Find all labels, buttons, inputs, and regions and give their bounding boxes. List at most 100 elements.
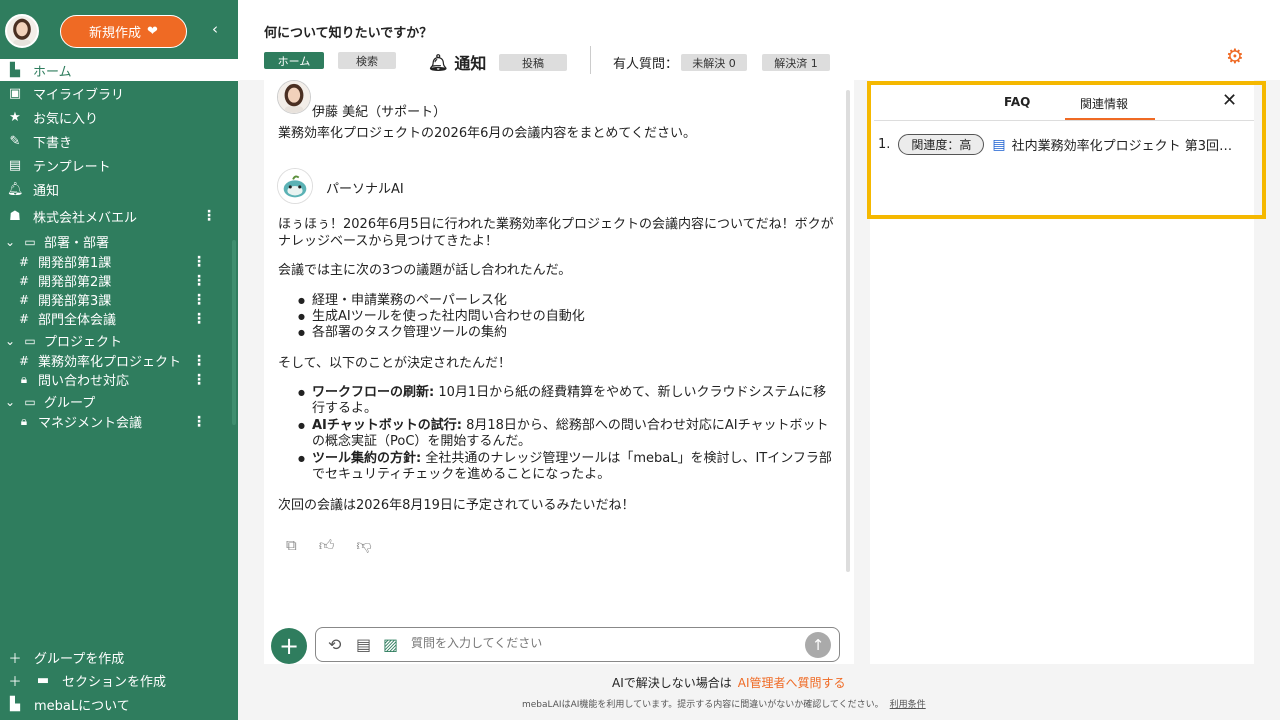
answer-actions: ⧉ 👍︎ 👎︎: [286, 536, 372, 555]
lock-icon: 🔒︎: [20, 414, 28, 428]
folder-open-icon: ▭: [24, 333, 36, 348]
add-button[interactable]: +: [271, 628, 307, 664]
star-icon: ★: [9, 109, 21, 125]
add-image-icon[interactable]: ▨: [383, 635, 398, 654]
answer-next-meeting: 次回の会議は2026年8月19日に予定されているみたいだね！: [278, 498, 635, 513]
terms-link[interactable]: 利用条件: [890, 700, 926, 710]
channel-label: 問い合わせ対応: [38, 374, 130, 389]
create-section-label: セクションを作成: [62, 675, 167, 690]
sidebar-item-label: お気に入り: [33, 111, 99, 127]
sidebar-item-templates[interactable]: ▤ テンプレート: [0, 154, 238, 176]
chevron-down-icon: ⌄: [4, 394, 16, 409]
book-open-icon: ▙: [10, 62, 20, 78]
user-avatar-image: [7, 16, 37, 46]
more-options-icon[interactable]: ⋮: [192, 311, 206, 327]
sidebar-scrollbar[interactable]: [232, 240, 236, 425]
decision-title: ツール集約の方針:: [312, 451, 422, 466]
sidebar-item-drafts[interactable]: ✎ 下書き: [0, 130, 238, 152]
copy-icon[interactable]: ⧉: [286, 536, 297, 555]
channel-item[interactable]: # 業務効率化プロジェクト ⋮: [18, 351, 238, 371]
sidebar-item-label: 通知: [33, 183, 60, 199]
chat-scrollbar[interactable]: [846, 90, 850, 572]
new-create-button[interactable]: 新規作成 ❤: [60, 15, 187, 48]
sidebar-item-home[interactable]: ▙ ホーム: [0, 59, 238, 81]
contact-card-icon: ▣: [8, 85, 22, 101]
footer-help-text: AIで解決しない場合は: [612, 676, 732, 690]
create-group-button[interactable]: ＋ グループを作成: [6, 648, 124, 667]
arrow-up-icon: ↑: [811, 636, 825, 654]
user-question: 業務効率化プロジェクトの2026年6月の会議内容をまとめてください。: [278, 126, 696, 141]
channel-item[interactable]: # 部門全体会議 ⋮: [18, 309, 238, 329]
sidebar-item-favorites[interactable]: ★ お気に入り: [0, 106, 238, 128]
ask-admin-link[interactable]: AI管理者へ質問する: [738, 676, 846, 690]
create-section-button[interactable]: ＋ ▬ セクションを作成: [6, 671, 166, 690]
create-group-label: グループを作成: [34, 652, 125, 667]
disclaimer-text: mebaLAIはAI機能を利用しています。提示する内容に間違いがないか確認してく…: [522, 700, 884, 710]
gear-icon[interactable]: ⚙: [1226, 44, 1244, 68]
divider: [590, 46, 591, 74]
send-button[interactable]: ↑: [805, 632, 831, 658]
channel-item[interactable]: 🔒︎ 問い合わせ対応 ⋮: [18, 370, 238, 390]
history-icon[interactable]: ⟲: [328, 635, 341, 654]
decision-item: ツール集約の方針: 全社共通のナレッジ管理ツールは「mebaL」を検討し、ITイ…: [298, 451, 838, 483]
hash-icon: #: [18, 292, 30, 307]
new-create-label: 新規作成: [89, 26, 142, 41]
sprout-icon: ❤: [147, 24, 158, 39]
question-input[interactable]: [411, 636, 791, 650]
channel-label: 部門全体会議: [38, 313, 117, 328]
sidebar-item-my-library[interactable]: ▣ マイライブラリ: [0, 82, 238, 104]
user-name: 伊藤 美紀（サポート）: [312, 105, 447, 120]
sidebar-item-notifications[interactable]: 🔔︎ 通知: [0, 178, 238, 200]
highlight-frame: [867, 81, 1266, 219]
people-icon: ☗: [9, 208, 21, 224]
sidebar-item-label: ホーム: [33, 64, 72, 80]
more-options-icon[interactable]: ⋮: [192, 273, 206, 289]
footer-disclaimer: mebaLAIはAI機能を利用しています。提示する内容に間違いがないか確認してく…: [522, 697, 926, 710]
folder-icon: ▬: [36, 673, 50, 688]
manned-question-label: 有人質問：: [613, 57, 679, 72]
more-options-icon[interactable]: ⋮: [192, 372, 206, 388]
agenda-item: 生成AIツールを使った社内問い合わせの自動化: [298, 309, 838, 325]
more-options-icon[interactable]: ⋮: [192, 254, 206, 270]
template-icon: ▤: [8, 157, 22, 173]
section-groups[interactable]: ⌄ ▭ グループ: [4, 392, 96, 412]
thumbs-down-icon[interactable]: 👎︎: [356, 536, 371, 555]
lock-icon: 🔒︎: [20, 372, 28, 386]
add-document-icon[interactable]: ▤: [356, 635, 371, 654]
sidebar-item-label: マイライブラリ: [33, 87, 125, 103]
hash-icon: #: [18, 353, 30, 368]
section-projects[interactable]: ⌄ ▭ プロジェクト: [4, 331, 123, 351]
collapse-sidebar-icon[interactable]: ‹: [212, 20, 218, 38]
message-avatar-image: [278, 81, 310, 113]
channel-label: 開発部第3課: [38, 294, 112, 309]
section-departments[interactable]: ⌄ ▭ 部署・部署: [4, 232, 109, 252]
owl-mascot-icon: [278, 169, 312, 203]
notify-label: 通知: [454, 54, 487, 73]
more-options-icon[interactable]: ⋮: [202, 208, 216, 224]
home-button[interactable]: ホーム: [264, 52, 324, 69]
hash-icon: #: [18, 273, 30, 288]
org-header[interactable]: ☗ 株式会社メバエル ⋮: [0, 205, 238, 227]
channel-item[interactable]: # 開発部第2課 ⋮: [18, 271, 238, 291]
more-options-icon[interactable]: ⋮: [192, 353, 206, 369]
more-options-icon[interactable]: ⋮: [192, 292, 206, 308]
edit-note-icon: ✎: [9, 133, 21, 149]
user-avatar[interactable]: [5, 14, 39, 48]
more-options-icon[interactable]: ⋮: [192, 414, 206, 430]
about-link[interactable]: ▙ mebaLについて: [6, 695, 130, 714]
section-label: グループ: [44, 396, 96, 411]
unresolved-button[interactable]: 未解決 0: [681, 54, 747, 71]
chevron-down-icon: ⌄: [4, 333, 16, 348]
notify-tab[interactable]: 🔔︎ 通知: [428, 50, 486, 74]
channel-item[interactable]: 🔒︎ マネジメント会議 ⋮: [18, 412, 238, 432]
search-button[interactable]: 検索: [338, 52, 396, 69]
resolved-button[interactable]: 解決済 1: [762, 54, 830, 71]
channel-item[interactable]: # 開発部第3課 ⋮: [18, 290, 238, 310]
plus-icon: +: [278, 632, 300, 660]
post-button[interactable]: 投稿: [499, 54, 567, 71]
hash-icon: #: [18, 311, 30, 326]
channel-label: 業務効率化プロジェクト: [38, 355, 182, 370]
channel-item[interactable]: # 開発部第1課 ⋮: [18, 252, 238, 272]
section-label: プロジェクト: [44, 335, 123, 350]
thumbs-up-icon[interactable]: 👍︎: [319, 536, 335, 555]
